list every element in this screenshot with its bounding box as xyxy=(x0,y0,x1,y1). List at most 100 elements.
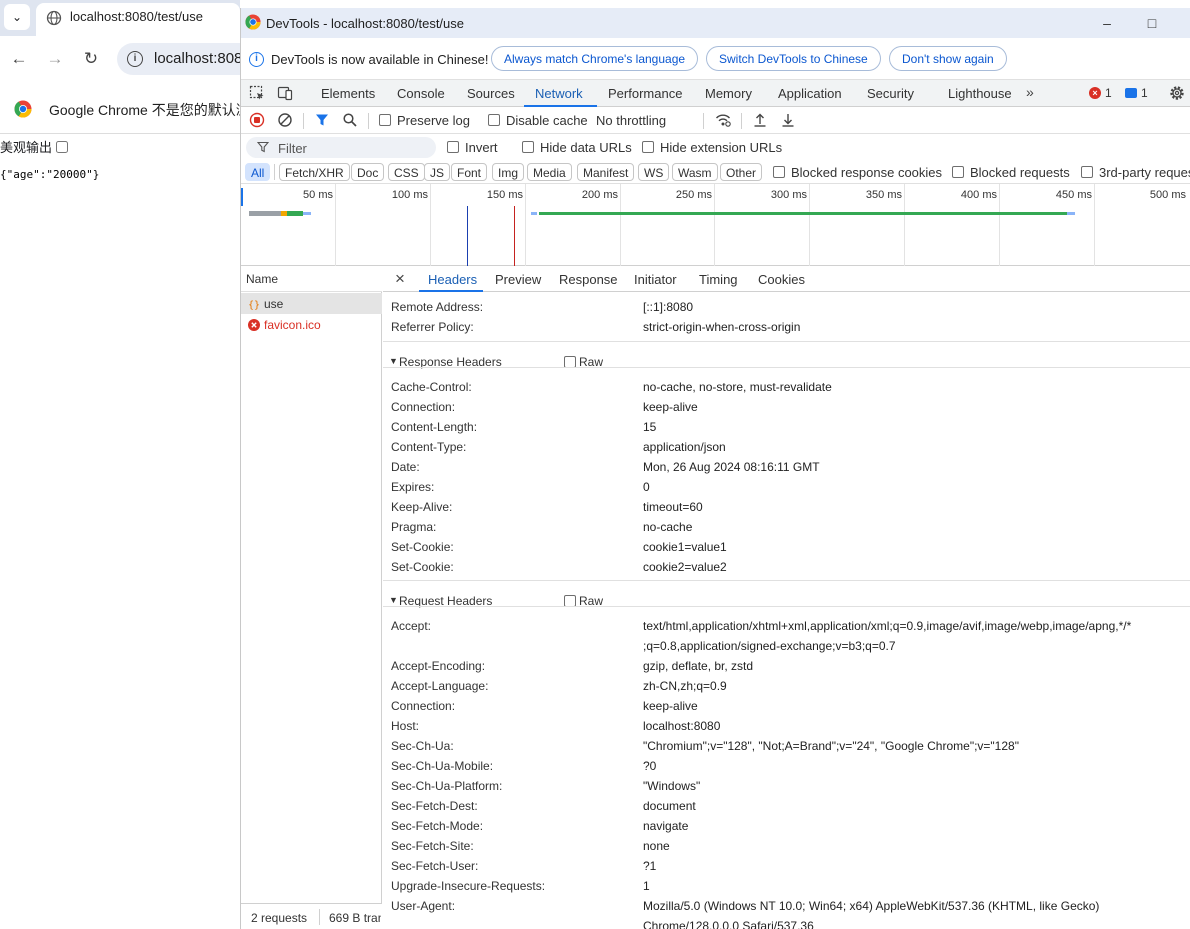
error-count-badge[interactable]: × 1 xyxy=(1089,86,1112,100)
forward-arrow-icon[interactable]: → xyxy=(44,48,66,70)
json-file-icon: {} xyxy=(248,300,260,310)
preserve-log-checkbox[interactable] xyxy=(379,114,391,126)
expand-triangle-icon: ▼ xyxy=(389,595,398,605)
browser-tab[interactable]: localhost:8080/test/use xyxy=(36,3,240,36)
header-value: cookie2=value2 xyxy=(643,560,727,574)
throttling-select[interactable]: No throttling xyxy=(596,113,666,128)
dont-show-again-button[interactable]: Don't show again xyxy=(889,46,1007,71)
tab-headers[interactable]: Headers xyxy=(428,272,477,287)
type-filter-img[interactable]: Img xyxy=(492,163,525,181)
resource-type-filters: All Fetch/XHR Doc CSS JS Font Img Media … xyxy=(241,160,1190,184)
site-info-icon[interactable]: i xyxy=(127,51,143,67)
import-har-icon[interactable] xyxy=(752,112,768,128)
header-value: zh-CN,zh;q=0.9 xyxy=(643,679,727,693)
header-key: Accept-Encoding: xyxy=(391,659,486,673)
tab-timing[interactable]: Timing xyxy=(699,272,738,287)
type-filter-other[interactable]: Other xyxy=(720,163,763,181)
devtools-titlebar: DevTools - localhost:8080/test/use – □ xyxy=(241,8,1190,38)
timeline-selection-handle[interactable] xyxy=(241,188,243,206)
filter-input[interactable]: Filter xyxy=(246,137,436,158)
type-filter-fetch-xhr[interactable]: Fetch/XHR xyxy=(279,163,350,181)
back-arrow-icon[interactable]: ← xyxy=(8,48,30,70)
timeline-gridline xyxy=(525,184,526,266)
gear-icon[interactable] xyxy=(1168,84,1186,102)
device-toolbar-icon[interactable] xyxy=(277,85,293,101)
clear-icon[interactable] xyxy=(277,112,293,128)
more-tabs-chevron-icon[interactable]: » xyxy=(1026,84,1034,100)
header-value: localhost:8080 xyxy=(643,719,721,733)
tab-security[interactable]: Security xyxy=(867,86,914,101)
chrome-logo-icon xyxy=(245,14,261,30)
header-value: navigate xyxy=(643,819,689,833)
inspect-element-icon[interactable] xyxy=(249,85,265,101)
tab-console[interactable]: Console xyxy=(397,86,445,101)
tab-initiator[interactable]: Initiator xyxy=(634,272,677,287)
hide-extension-urls-checkbox[interactable] xyxy=(642,141,654,153)
response-headers-section[interactable]: ▼ Response Headers Raw xyxy=(383,349,1190,374)
disable-cache-checkbox[interactable] xyxy=(488,114,500,126)
address-bar[interactable]: i localhost:8080/test/use xyxy=(117,43,240,75)
header-value: [::1]:8080 xyxy=(643,300,694,314)
timeline-tick-label: 250 ms xyxy=(675,189,712,201)
tab-network[interactable]: Network xyxy=(535,86,583,101)
blocked-cookies-checkbox[interactable] xyxy=(773,166,785,178)
request-row-favicon[interactable]: favicon.ico xyxy=(241,314,382,335)
type-filter-font[interactable]: Font xyxy=(451,163,488,181)
tab-elements[interactable]: Elements xyxy=(321,86,375,101)
message-count-badge[interactable]: 1 xyxy=(1125,86,1148,100)
filter-divider xyxy=(274,164,275,180)
tab-performance[interactable]: Performance xyxy=(608,86,682,101)
request-row-use[interactable]: {} use xyxy=(241,293,382,314)
switch-to-chinese-button[interactable]: Switch DevTools to Chinese xyxy=(706,46,881,71)
type-filter-media[interactable]: Media xyxy=(527,163,572,181)
pretty-print-checkbox[interactable] xyxy=(56,140,69,153)
request-bar-use-queue xyxy=(249,211,281,216)
stop-recording-icon[interactable] xyxy=(249,112,265,128)
close-icon[interactable]: × xyxy=(395,269,405,289)
header-value: timeout=60 xyxy=(643,500,703,514)
search-icon[interactable] xyxy=(342,112,358,128)
maximize-icon[interactable]: □ xyxy=(1142,13,1162,33)
header-value: none xyxy=(643,839,670,853)
type-filter-ws[interactable]: WS xyxy=(638,163,670,181)
header-value: 1 xyxy=(643,879,650,893)
header-key: Sec-Fetch-User: xyxy=(391,859,479,873)
tab-cookies[interactable]: Cookies xyxy=(758,272,805,287)
type-filter-js[interactable]: JS xyxy=(424,163,451,181)
type-filter-manifest[interactable]: Manifest xyxy=(577,163,635,181)
type-filter-doc[interactable]: Doc xyxy=(351,163,385,181)
header-value: ?0 xyxy=(643,759,657,773)
hide-data-urls-checkbox[interactable] xyxy=(522,141,534,153)
filter-funnel-icon[interactable] xyxy=(314,112,330,128)
json-body: {"age":"20000"} xyxy=(0,168,100,181)
export-har-icon[interactable] xyxy=(780,112,796,128)
name-column-header[interactable]: Name xyxy=(241,266,382,292)
type-filter-wasm[interactable]: Wasm xyxy=(672,163,718,181)
tab-lighthouse[interactable]: Lighthouse xyxy=(948,86,1012,101)
tab-memory[interactable]: Memory xyxy=(705,86,752,101)
type-filter-all[interactable]: All xyxy=(245,163,271,181)
request-headers-section[interactable]: ▼ Request Headers Raw xyxy=(383,588,1190,613)
header-value: no-cache, no-store, must-revalidate xyxy=(643,380,832,394)
detail-tabbar: × Headers Preview Response Initiator Tim… xyxy=(383,266,1190,292)
header-value: application/json xyxy=(643,440,726,454)
header-value: no-cache xyxy=(643,520,693,534)
network-overview-timeline[interactable]: 50 ms 100 ms 150 ms 200 ms 250 ms 300 ms… xyxy=(241,184,1190,266)
header-key: Connection: xyxy=(391,400,456,414)
tab-search-chevron-icon[interactable]: ⌄ xyxy=(4,4,30,30)
network-conditions-icon[interactable] xyxy=(715,112,731,128)
third-party-checkbox[interactable] xyxy=(1081,166,1093,178)
header-key: Content-Type: xyxy=(391,440,467,454)
blocked-requests-checkbox[interactable] xyxy=(952,166,964,178)
tab-preview[interactable]: Preview xyxy=(495,272,541,287)
invert-checkbox[interactable] xyxy=(447,141,459,153)
type-filter-css[interactable]: CSS xyxy=(388,163,425,181)
header-value: cookie1=value1 xyxy=(643,540,727,554)
tab-sources[interactable]: Sources xyxy=(467,86,515,101)
reload-icon[interactable]: ↻ xyxy=(80,48,102,70)
match-language-button[interactable]: Always match Chrome's language xyxy=(491,46,699,71)
tab-application[interactable]: Application xyxy=(778,86,842,101)
tab-response[interactable]: Response xyxy=(559,272,618,287)
minimize-icon[interactable]: – xyxy=(1097,13,1117,33)
header-value-continued: Chrome/128.0.0.0 Safari/537.36 xyxy=(643,919,814,929)
